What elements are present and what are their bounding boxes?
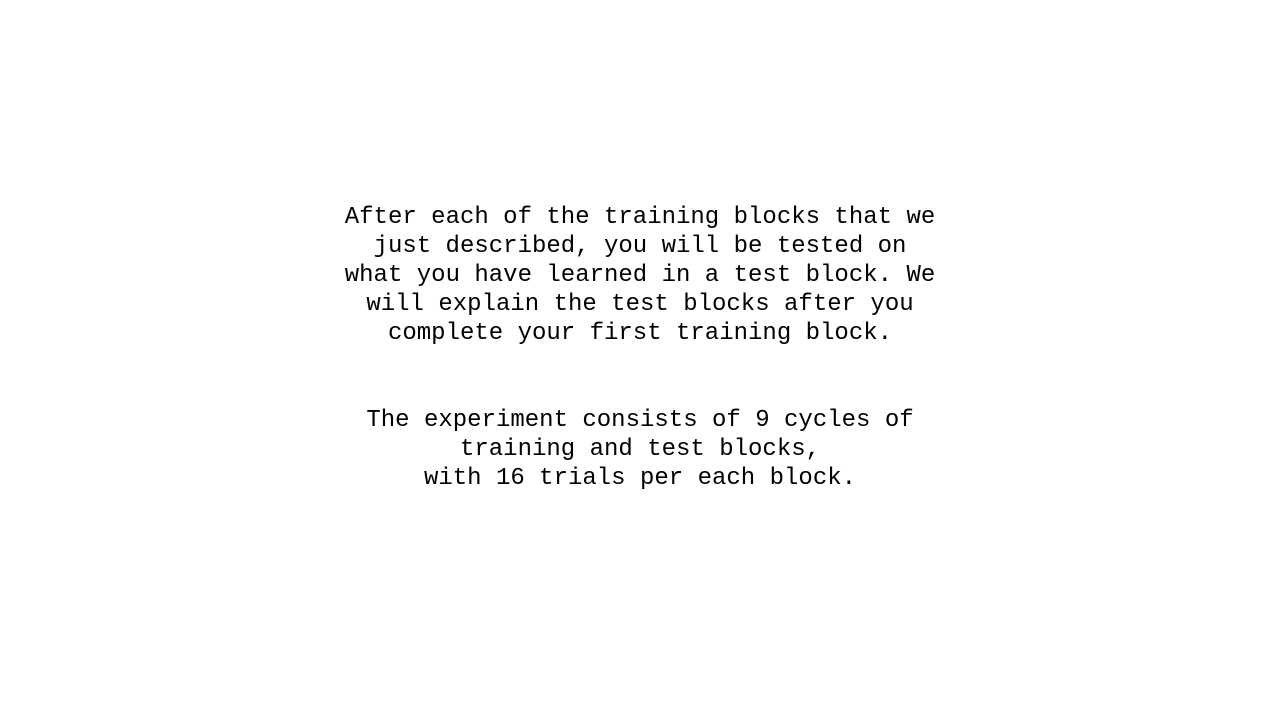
- instruction-line: what you have learned in a test block. W…: [344, 262, 936, 289]
- instruction-line: complete your first training block.: [387, 320, 893, 347]
- instruction-line: will explain the test blocks after you: [366, 291, 914, 318]
- instruction-line: After each of the training blocks that w…: [344, 204, 936, 231]
- instruction-text: After each of the training blocks that w…: [0, 203, 1280, 493]
- instruction-line: with 16 trials per each block.: [423, 465, 857, 492]
- instruction-paragraph-1: After each of the training blocks that w…: [0, 203, 1280, 348]
- instruction-line: The experiment consists of 9 cycles of: [366, 407, 914, 434]
- instruction-line: training and test blocks,: [459, 436, 821, 463]
- instruction-line: just described, you will be tested on: [373, 233, 907, 260]
- instruction-paragraph-2: The experiment consists of 9 cycles of t…: [0, 406, 1280, 493]
- instruction-screen: After each of the training blocks that w…: [0, 0, 1280, 720]
